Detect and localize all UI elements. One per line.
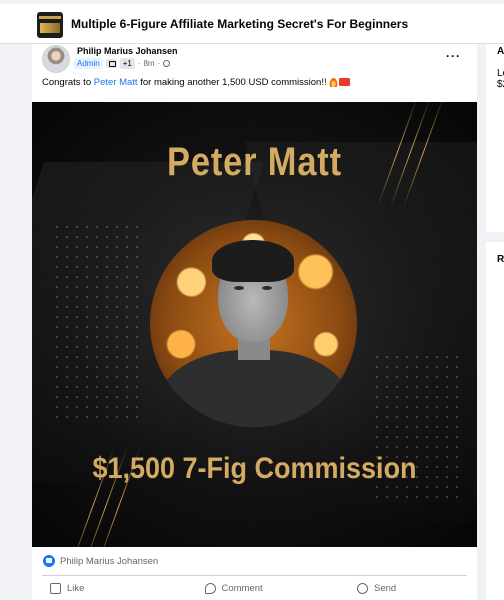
promo-name: Peter Matt (167, 140, 342, 184)
comment-label: Comment (221, 582, 263, 594)
admin-badge[interactable]: Admin (74, 57, 103, 69)
actions-divider (42, 575, 467, 576)
group-header: Multiple 6-Figure Affiliate Marketing Se… (0, 4, 504, 44)
reactions-summary[interactable]: Philip Marius Johansen (43, 555, 158, 567)
post-author[interactable]: Philip Marius Johansen (77, 46, 178, 56)
portrait-body (158, 350, 350, 427)
like-label: Like (67, 582, 85, 594)
portrait-hair (212, 240, 294, 282)
fire-emoji-icon (329, 77, 339, 88)
post-actions: Like Comment Send (42, 578, 467, 598)
messenger-icon (357, 582, 368, 594)
meta-separator: · (137, 58, 141, 68)
badge-count[interactable]: +1 (119, 57, 135, 69)
portrait-photo (150, 220, 357, 427)
meta-separator: · (157, 58, 161, 68)
send-button[interactable]: Send (327, 578, 467, 598)
right-sidebar-heading: A (497, 46, 504, 57)
group-cover-thumbnail[interactable] (37, 12, 63, 38)
right-sidebar-text: Le (497, 68, 504, 79)
portrait-eye (234, 286, 244, 290)
post-text-end: for making another 1,500 USD commission!… (137, 77, 330, 88)
comment-icon (204, 582, 216, 594)
post-card: Philip Marius Johansen Admin +1 · 8m · ·… (32, 44, 477, 600)
right-sidebar-text: $2 (497, 79, 504, 90)
dot-pattern (52, 222, 142, 422)
member-badge-icon[interactable] (105, 58, 117, 68)
post-image[interactable]: Peter Matt $1,500 7-Fig Commission (32, 102, 477, 547)
right-sidebar (486, 44, 504, 600)
globe-icon (163, 59, 171, 67)
like-button[interactable]: Like (42, 578, 182, 598)
portrait-eye (262, 286, 272, 290)
post-timestamp[interactable]: 8m (143, 59, 154, 68)
promo-caption: $1,500 7-Fig Commission (92, 452, 417, 485)
thumbs-up-icon (50, 582, 61, 594)
post-text: Congrats to Peter Matt for making anothe… (42, 77, 351, 88)
group-title[interactable]: Multiple 6-Figure Affiliate Marketing Se… (71, 17, 408, 31)
comment-button[interactable]: Comment (185, 578, 325, 598)
author-avatar[interactable] (42, 45, 70, 73)
truck-emoji-icon (339, 78, 351, 87)
reaction-names[interactable]: Philip Marius Johansen (60, 556, 158, 567)
more-options-icon[interactable]: ··· (446, 49, 461, 63)
like-reaction-icon (43, 555, 55, 567)
send-label: Send (374, 582, 397, 594)
post-meta: Admin +1 · 8m · (74, 57, 171, 69)
mention-link[interactable]: Peter Matt (94, 77, 138, 88)
right-sidebar-section-heading: R (497, 254, 504, 265)
right-sidebar-divider (486, 232, 504, 242)
post-text-start: Congrats to (42, 77, 94, 88)
